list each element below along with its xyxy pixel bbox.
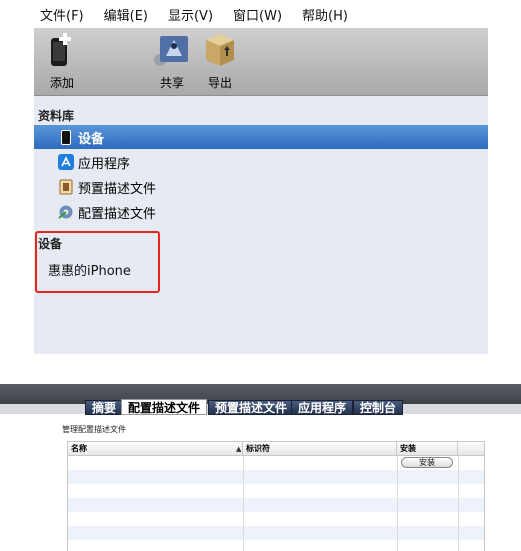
menu-edit[interactable]: 编辑(E) <box>104 5 148 24</box>
column-divider <box>397 442 398 551</box>
export-label: 导出 <box>207 76 232 90</box>
profile-detail-pane: 摘要 配置描述文件 预置描述文件 应用程序 控制台 管理配置描述文件 名称 ▲ … <box>0 384 521 551</box>
menu-file[interactable]: 文件(F) <box>40 5 84 24</box>
library-item-label: 应用程序 <box>78 156 131 172</box>
provisioning-profile-icon <box>58 179 74 195</box>
table-row[interactable] <box>68 484 484 498</box>
profiles-table: 名称 ▲ 标识符 安装 安装 <box>67 441 485 551</box>
column-divider <box>458 442 459 551</box>
export-button[interactable]: 导出 <box>200 32 240 91</box>
add-button[interactable]: 添加 <box>42 32 82 91</box>
sort-ascending-icon: ▲ <box>236 445 242 453</box>
menu-view[interactable]: 显示(V) <box>168 5 213 24</box>
column-header-name[interactable]: 名称 <box>68 442 243 456</box>
toolbar: 添加 共享 导出 <box>34 28 488 96</box>
share-label: 共享 <box>159 76 184 90</box>
table-header: 名称 ▲ 标识符 安装 <box>68 442 484 456</box>
share-icon <box>154 36 188 66</box>
device-item-iphone[interactable]: 惠惠的iPhone <box>48 260 131 279</box>
tab-bar: 摘要 配置描述文件 预置描述文件 应用程序 控制台 <box>0 384 521 415</box>
tab-console[interactable]: 控制台 <box>353 400 404 415</box>
tab-provisioning-profiles[interactable]: 预置描述文件 <box>208 400 295 415</box>
export-box-icon <box>206 34 234 66</box>
add-device-icon <box>51 33 71 66</box>
device-icon <box>58 129 74 145</box>
manage-profiles-label: 管理配置描述文件 <box>62 425 126 434</box>
library-item-applications[interactable]: 应用程序 <box>34 150 488 174</box>
tab-configuration-profiles[interactable]: 配置描述文件 <box>121 399 208 415</box>
library-title: 资料库 <box>38 109 75 123</box>
devices-title: 设备 <box>38 237 63 251</box>
menu-help[interactable]: 帮助(H) <box>302 5 348 24</box>
table-row[interactable] <box>68 540 484 551</box>
library-item-configuration-profiles[interactable]: 配置描述文件 <box>34 200 488 224</box>
table-row[interactable] <box>68 512 484 526</box>
add-label: 添加 <box>49 76 74 90</box>
column-header-install[interactable]: 安装 <box>397 442 458 456</box>
ipcu-main-window: 文件(F) 编辑(E) 显示(V) 窗口(W) 帮助(H) 添加 共享 导出 资… <box>34 0 488 354</box>
tab-applications[interactable]: 应用程序 <box>291 400 354 415</box>
menu-window[interactable]: 窗口(W) <box>233 5 282 24</box>
table-row[interactable] <box>68 470 484 484</box>
install-button[interactable]: 安装 <box>401 457 453 468</box>
library-item-provisioning-profiles[interactable]: 预置描述文件 <box>34 175 488 199</box>
library-item-label: 配置描述文件 <box>78 206 157 222</box>
app-store-icon <box>58 154 74 170</box>
share-button[interactable]: 共享 <box>148 32 196 91</box>
tab-summary[interactable]: 摘要 <box>85 400 124 415</box>
table-row[interactable] <box>68 498 484 512</box>
library-item-devices[interactable]: 设备 <box>34 125 488 149</box>
column-header-identifier[interactable]: 标识符 <box>243 442 397 456</box>
library-item-label: 设备 <box>78 131 105 147</box>
table-row[interactable] <box>68 526 484 540</box>
library-sidebar: 资料库 设备 应用程序 预置描述文件 配置描述文件 设备 惠惠的iPhone <box>34 97 488 354</box>
column-divider <box>243 442 244 551</box>
configuration-profile-icon <box>58 204 74 220</box>
menu-bar: 文件(F) 编辑(E) 显示(V) 窗口(W) 帮助(H) <box>34 0 488 28</box>
library-item-label: 预置描述文件 <box>78 181 157 197</box>
